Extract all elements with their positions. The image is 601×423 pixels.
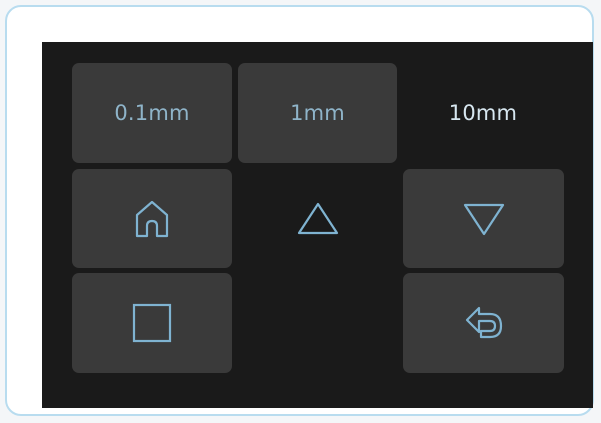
move-up-button[interactable] [238,169,397,268]
step-10mm-label: 10mm [448,101,518,125]
stop-button[interactable] [72,273,232,373]
triangle-up-icon [296,201,340,237]
step-1mm-button[interactable]: 1mm [238,63,397,163]
square-icon [132,303,172,343]
device-frame: 0.1mm 1mm 10mm [5,5,594,416]
touch-screen: 0.1mm 1mm 10mm [42,42,593,408]
step-0-1mm-button[interactable]: 0.1mm [72,63,232,163]
home-button[interactable] [72,169,232,268]
return-icon [463,303,505,343]
move-down-button[interactable] [403,169,564,268]
triangle-down-icon [462,201,506,237]
step-0-1mm-label: 0.1mm [114,101,190,125]
step-1mm-label: 1mm [290,101,345,125]
step-10mm-button[interactable]: 10mm [403,63,563,163]
back-button[interactable] [403,273,564,373]
home-icon [134,199,170,239]
